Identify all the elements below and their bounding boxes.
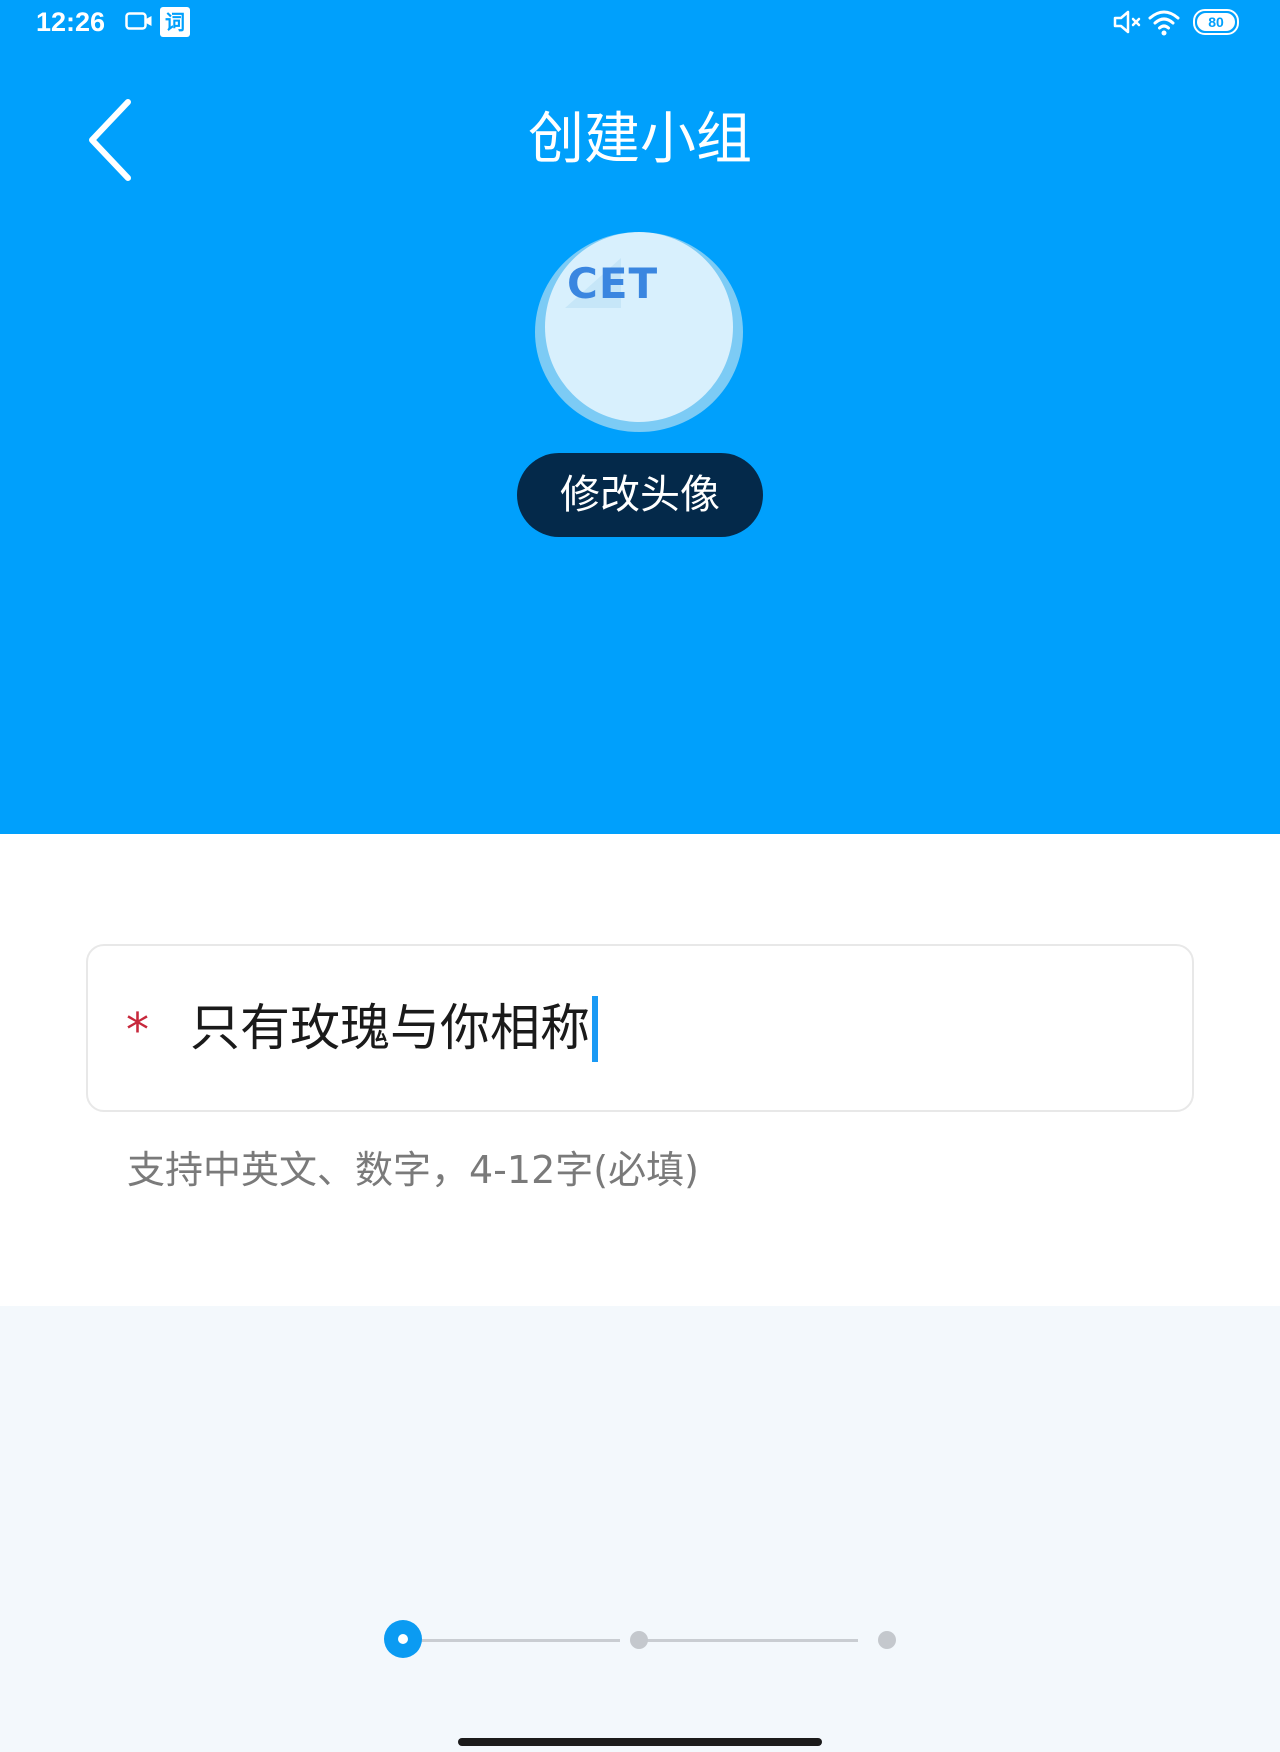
dict-app-icon: 词 [160, 7, 190, 37]
video-icon [125, 12, 152, 30]
home-indicator[interactable] [458, 1738, 822, 1746]
create-group-screen: 12:26 词 80 创建小组 CET 修改头像 * 只有玫瑰与你相称 支持中英… [0, 0, 1280, 1752]
required-mark: * [126, 1003, 149, 1057]
input-hint: 支持中英文、数字，4-12字(必填) [127, 1148, 699, 1192]
group-name-value: 只有玫瑰与你相称 [190, 988, 598, 1068]
status-time: 12:26 [36, 7, 106, 37]
text-cursor [592, 995, 598, 1062]
avatar-text: CET [567, 259, 659, 308]
step-line-2 [638, 1639, 858, 1642]
battery-icon: 80 [1193, 9, 1239, 35]
header: 12:26 词 80 创建小组 CET 修改头像 [0, 0, 1280, 834]
avatar-image: CET [545, 232, 733, 422]
step-line-1 [414, 1639, 620, 1642]
group-avatar[interactable]: CET [535, 232, 743, 432]
battery-level: 80 [1197, 13, 1235, 31]
status-bar: 12:26 词 80 [0, 0, 1280, 44]
group-name-text: 只有玫瑰与你相称 [190, 999, 590, 1057]
group-name-input[interactable]: * 只有玫瑰与你相称 [86, 944, 1194, 1112]
step-indicator [380, 1618, 900, 1662]
wifi-icon [1148, 10, 1180, 36]
step-3-dot [878, 1631, 896, 1649]
avatar-ring: CET [535, 232, 743, 432]
group-form: * 只有玫瑰与你相称 支持中英文、数字，4-12字(必填) [0, 834, 1280, 1306]
step-2-dot [630, 1631, 648, 1649]
step-1-dot-active [384, 1620, 422, 1658]
page-title: 创建小组 [528, 107, 752, 172]
change-avatar-button[interactable]: 修改头像 [517, 453, 763, 537]
mute-icon [1113, 10, 1141, 34]
